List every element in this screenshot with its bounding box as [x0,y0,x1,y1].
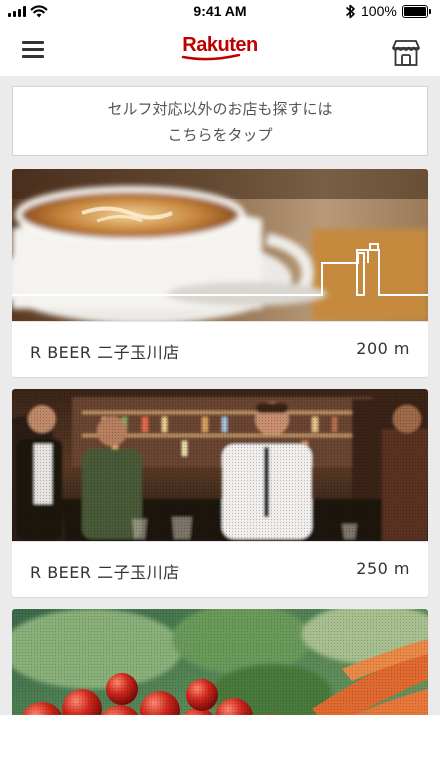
bottom-area [0,715,440,782]
shop-distance: 200 m [356,339,410,358]
banner-line-2: こちらをタップ [167,126,273,144]
bar-staff-photo [12,389,428,541]
bluetooth-icon [345,4,355,19]
shop-card[interactable]: R BEER 二子玉川店 250 m [12,389,428,597]
banner-line-1: セルフ対応以外のお店も探すには [107,100,333,118]
status-bar: 9:41 AM 100% [0,0,440,24]
coffee-latte-photo [12,169,428,321]
battery-icon [402,5,431,18]
shop-card[interactable]: R BEER 二子玉川店 200 m [12,169,428,377]
shop-card-info: R BEER 二子玉川店 250 m [12,541,428,597]
search-other-shops-banner[interactable]: セルフ対応以外のお店も探すには こちらをタップ [12,86,428,156]
shop-card-info: R BEER 二子玉川店 200 m [12,321,428,377]
battery-percentage: 100% [361,3,397,19]
logo-text: Rakuten [182,34,258,56]
shop-distance: 250 m [356,559,410,578]
shop-name: R BEER 二子玉川店 [30,343,180,362]
storefront-icon[interactable] [391,38,421,68]
nav-bar: Rakuten [0,24,440,76]
logo-swoosh [181,54,241,61]
shop-list[interactable]: セルフ対応以外のお店も探すには こちらをタップ R BEER 二子玉川店 200… [0,76,440,782]
shop-name: R BEER 二子玉川店 [30,563,180,582]
